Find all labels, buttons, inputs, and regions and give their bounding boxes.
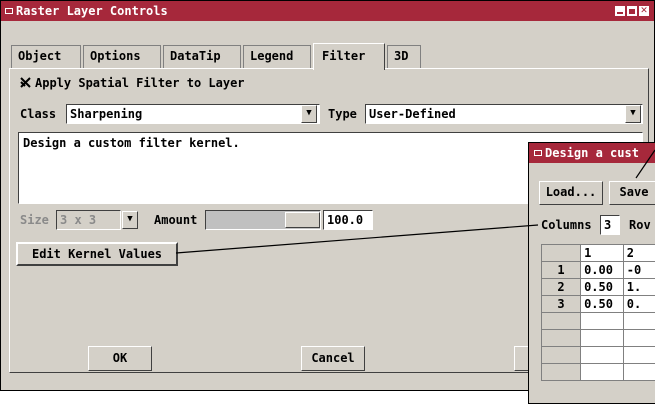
table-row: [542, 347, 655, 364]
dialog-title-bar[interactable]: Design a cust: [529, 143, 655, 163]
dialog-title: Design a cust: [545, 146, 639, 160]
tab-options[interactable]: Options: [83, 45, 161, 68]
title-bar[interactable]: Raster Layer Controls ✕: [1, 1, 654, 21]
maximize-icon[interactable]: [627, 6, 637, 16]
tab-object-label: Object: [18, 49, 61, 63]
type-dropdown[interactable]: User-Defined: [365, 104, 643, 124]
ok-label: OK: [113, 351, 127, 365]
load-label: Load...: [546, 185, 597, 199]
amount-value: 100.0: [327, 213, 363, 227]
save-button[interactable]: Save: [609, 181, 655, 205]
amount-label: Amount: [154, 213, 197, 227]
design-kernel-dialog: Design a cust Load... Save Columns 3 Rov…: [528, 142, 655, 404]
tab-3d-label: 3D: [394, 49, 408, 63]
row-header[interactable]: 1: [542, 262, 581, 279]
tab-options-label: Options: [90, 49, 141, 63]
table-row: 3 0.50 0.: [542, 296, 655, 313]
columns-value: 3: [604, 218, 611, 232]
table-row: [542, 313, 655, 330]
type-value: User-Defined: [369, 107, 456, 121]
column-header[interactable]: 2: [623, 245, 655, 262]
window-title: Raster Layer Controls: [16, 4, 168, 18]
class-dropdown-arrow-icon[interactable]: ▼: [301, 105, 317, 123]
kernel-cell[interactable]: -0: [623, 262, 655, 279]
size-value: 3 x 3: [60, 213, 96, 227]
close-icon[interactable]: ✕: [639, 6, 649, 16]
kernel-cell[interactable]: 0.50: [581, 279, 624, 296]
amount-field[interactable]: 100.0: [323, 210, 373, 230]
kernel-cell[interactable]: 0.50: [581, 296, 624, 313]
tab-3d[interactable]: 3D: [387, 45, 421, 68]
column-header[interactable]: 1: [581, 245, 624, 262]
tab-legend-label: Legend: [250, 49, 293, 63]
cancel-button[interactable]: Cancel: [301, 346, 365, 371]
row-header[interactable]: 2: [542, 279, 581, 296]
class-label: Class: [20, 107, 56, 121]
tab-filter[interactable]: Filter: [313, 43, 385, 70]
apply-filter-label: Apply Spatial Filter to Layer: [35, 76, 245, 90]
table-row: [542, 330, 655, 347]
columns-label: Columns: [541, 218, 592, 232]
edit-kernel-values-label: Edit Kernel Values: [32, 247, 162, 261]
columns-field[interactable]: 3: [600, 215, 620, 235]
amount-slider-thumb[interactable]: [285, 212, 320, 228]
table-row: 1 0.00 -0: [542, 262, 655, 279]
kernel-cell[interactable]: 0.00: [581, 262, 624, 279]
table-row: 2 0.50 1.: [542, 279, 655, 296]
grid-corner: [542, 245, 581, 262]
cancel-label: Cancel: [311, 351, 354, 365]
description-text: Design a custom filter kernel.: [23, 136, 240, 150]
tab-legend[interactable]: Legend: [243, 45, 311, 68]
load-button[interactable]: Load...: [539, 181, 603, 205]
class-value: Sharpening: [70, 107, 142, 121]
size-dropdown[interactable]: 3 x 3: [56, 210, 121, 230]
rows-label: Rov: [629, 218, 651, 232]
table-row: [542, 364, 655, 381]
edit-kernel-values-button[interactable]: Edit Kernel Values: [16, 242, 178, 266]
tab-datatip[interactable]: DataTip: [163, 45, 241, 68]
tab-filter-label: Filter: [322, 49, 365, 63]
type-dropdown-arrow-icon[interactable]: ▼: [625, 105, 641, 123]
size-label: Size: [20, 213, 49, 227]
minimize-icon[interactable]: [615, 6, 625, 16]
window-menu-icon[interactable]: [5, 8, 13, 14]
kernel-cell[interactable]: 0.: [623, 296, 655, 313]
ok-button[interactable]: OK: [88, 346, 152, 371]
tab-object[interactable]: Object: [11, 45, 81, 68]
dialog-menu-icon[interactable]: [534, 150, 542, 156]
apply-filter-checkbox[interactable]: [20, 77, 31, 88]
class-dropdown[interactable]: Sharpening: [66, 104, 320, 124]
save-label: Save: [620, 185, 649, 199]
row-header[interactable]: 3: [542, 296, 581, 313]
kernel-grid: 1 2 1 0.00 -0 2 0.50 1. 3 0.50 0.: [541, 244, 655, 381]
kernel-cell[interactable]: 1.: [623, 279, 655, 296]
size-dropdown-arrow-icon[interactable]: ▼: [122, 211, 138, 229]
type-label: Type: [328, 107, 357, 121]
tab-datatip-label: DataTip: [170, 49, 221, 63]
